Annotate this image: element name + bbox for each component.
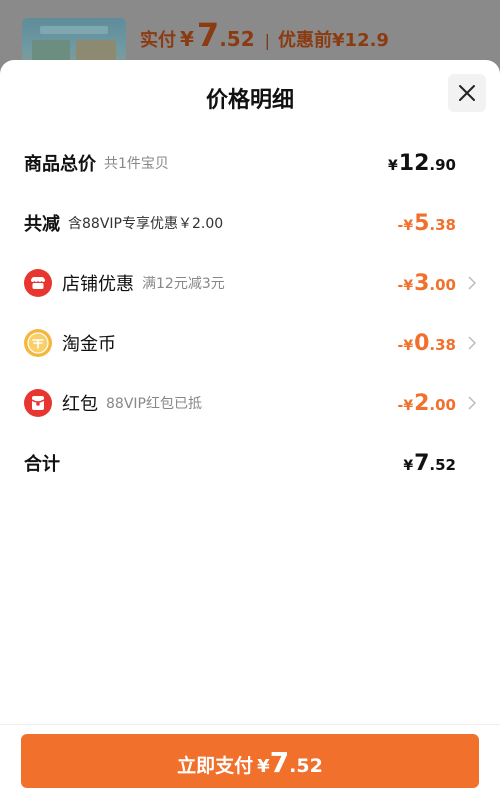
grand-total-currency: ¥ (403, 457, 414, 474)
pay-now-label: 立即支付 (177, 755, 254, 777)
close-icon (459, 85, 475, 101)
pay-now-button[interactable]: 立即支付 ¥ 7 .52 (21, 734, 479, 788)
taojin-coin-currency: -¥ (397, 337, 414, 354)
total-discount-int: 5 (414, 210, 430, 236)
store-icon (24, 269, 52, 297)
subtotal-row: 商品总价 共1件宝贝 ¥ 12 .90 (24, 143, 476, 183)
background-price-summary: 实付 ¥ 7 .52 | 优惠前¥12.9 (140, 16, 389, 54)
total-discount-amount: -¥ 5 .38 (398, 211, 456, 236)
background-pay-label: 实付 (140, 30, 176, 51)
grand-total-label: 合计 (24, 454, 60, 475)
red-packet-label: 红包 (62, 394, 98, 415)
footer-divider (0, 724, 500, 725)
store-discount-dec: .00 (429, 275, 456, 294)
pay-now-int: 7 (269, 746, 290, 779)
subtotal-dec: .90 (429, 155, 456, 174)
subtotal-amount: ¥ 12 .90 (388, 151, 456, 176)
grand-total-amount: ¥ 7 .52 (403, 451, 456, 476)
store-discount-currency: -¥ (397, 277, 414, 294)
subtotal-currency: ¥ (388, 157, 398, 174)
subtotal-detail: 共1件宝贝 (104, 156, 169, 172)
subtotal-label: 商品总价 (24, 154, 96, 175)
taojin-coin-int: 0 (414, 330, 430, 356)
total-discount-row: 共减 含88VIP专享优惠￥2.00 -¥ 5 .38 (24, 203, 476, 243)
grand-total-row: 合计 ¥ 7 .52 (24, 443, 476, 483)
grand-total-dec: .52 (429, 455, 456, 474)
background-separator: | (264, 31, 271, 50)
red-packet-dec: .00 (429, 395, 456, 414)
red-packet-detail: 88VIP红包已抵 (106, 396, 202, 412)
total-discount-currency: -¥ (397, 217, 414, 234)
store-discount-label: 店铺优惠 (62, 274, 134, 295)
chevron-right-icon (456, 336, 476, 350)
red-packet-row[interactable]: 红包 88VIP红包已抵 -¥ 2 .00 (24, 383, 476, 423)
sheet-title: 价格明细 (205, 88, 294, 113)
taojin-coin-row[interactable]: 淘金币 -¥ 0 .38 (24, 323, 476, 363)
taojin-coin-label: 淘金币 (62, 334, 116, 355)
price-detail-sheet: 价格明细 商品总价 共1件宝贝 ¥ 12 .90 共减 含88VIP专享优惠￥2… (0, 60, 500, 807)
pay-now-dec: .52 (289, 755, 323, 777)
red-packet-amount: -¥ 2 .00 (398, 391, 456, 416)
background-currency: ¥ (180, 27, 194, 51)
store-discount-row[interactable]: 店铺优惠 满12元减3元 -¥ 3 .00 (24, 263, 476, 303)
taojin-coin-amount: -¥ 0 .38 (398, 331, 456, 356)
close-button[interactable] (448, 74, 486, 112)
background-price-int: 7 (196, 16, 220, 54)
taojin-coin-dec: .38 (429, 335, 456, 354)
total-discount-label: 共减 (24, 214, 60, 235)
red-packet-icon (24, 389, 52, 417)
background-before-price: 优惠前¥12.9 (278, 30, 389, 51)
subtotal-int: 12 (398, 150, 430, 176)
gold-coin-icon (24, 329, 52, 357)
pay-now-currency: ¥ (257, 756, 270, 777)
red-packet-int: 2 (414, 390, 430, 416)
red-packet-currency: -¥ (397, 397, 414, 414)
chevron-right-icon (456, 276, 476, 290)
background-price-dec: .52 (219, 27, 255, 51)
store-discount-detail: 满12元减3元 (142, 276, 225, 292)
store-discount-amount: -¥ 3 .00 (398, 271, 456, 296)
grand-total-int: 7 (414, 450, 430, 476)
store-discount-int: 3 (414, 270, 430, 296)
chevron-right-icon (456, 396, 476, 410)
total-discount-detail: 含88VIP专享优惠￥2.00 (68, 216, 224, 232)
total-discount-dec: .38 (429, 215, 456, 234)
